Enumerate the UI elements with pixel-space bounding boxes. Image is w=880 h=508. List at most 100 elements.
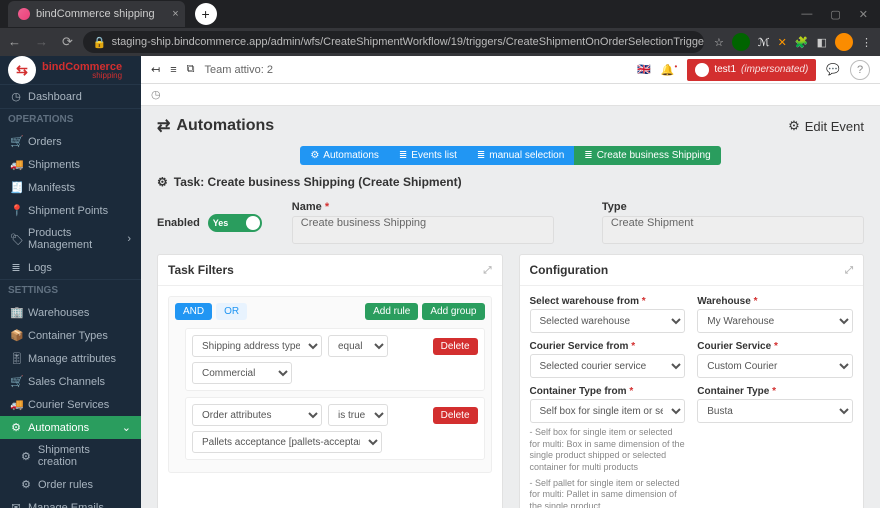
rule-operator-select[interactable]: is true	[328, 404, 388, 426]
courier-from-select[interactable]: Selected courier service	[530, 354, 686, 378]
sidebar-item-manifests[interactable]: 🧾Manifests	[0, 176, 141, 199]
list-icon: ≣	[477, 150, 485, 161]
condition-or-button[interactable]: OR	[216, 303, 247, 320]
rule-operator-select[interactable]: equal	[328, 335, 388, 357]
sidebar-item-products[interactable]: 🏷Products Management›	[0, 222, 141, 256]
extension-icon[interactable]: ✕	[778, 36, 787, 49]
new-tab-button[interactable]: +	[195, 3, 217, 25]
window-controls: — ▢ ✕	[789, 8, 880, 21]
flag-uk-icon[interactable]: 🇬🇧	[637, 63, 651, 76]
gauge-icon: ◷	[10, 90, 22, 103]
star-icon[interactable]: ☆	[714, 36, 724, 49]
maximize-icon[interactable]: ▢	[830, 8, 840, 21]
collapse-sidebar-icon[interactable]: ↤	[151, 63, 160, 76]
building-icon: 🏢	[10, 306, 22, 319]
delete-rule-button[interactable]: Delete	[433, 407, 478, 424]
sidebar-item-automations[interactable]: ⚙Automations⌄	[0, 416, 141, 439]
reload-icon[interactable]: ⟳	[62, 34, 73, 50]
rule-field-select[interactable]: Shipping address type	[192, 335, 322, 357]
close-window-icon[interactable]: ✕	[859, 8, 868, 21]
menu-toggle-icon[interactable]: ≡	[170, 64, 176, 76]
extension-icon[interactable]: ℳ	[758, 36, 770, 49]
container-from-select[interactable]: Self box for single item or selected for…	[530, 399, 686, 423]
name-field[interactable]: Create business Shipping	[292, 216, 554, 244]
menu-icon[interactable]: ⋮	[861, 36, 872, 49]
extensions-icon[interactable]: 🧩	[795, 36, 809, 49]
container-type-label: Container Type *	[697, 386, 853, 397]
sidebar-item-warehouses[interactable]: 🏢Warehouses	[0, 301, 141, 324]
truck-icon: 🚚	[10, 398, 22, 411]
tab-pills: ⚙Automations ≣Events list ≣manual select…	[157, 146, 864, 165]
box-icon: 📦	[10, 329, 22, 342]
sidebar-item-sales-channels[interactable]: 🛒Sales Channels	[0, 370, 141, 393]
edit-event-button[interactable]: ⚙Edit Event	[788, 118, 864, 134]
gears-icon: ⚙	[310, 150, 319, 161]
rule-value-select[interactable]: Pallets acceptance [pallets-acceptance]	[192, 431, 382, 453]
browser-tab[interactable]: bindCommerce shipping ×	[8, 1, 185, 27]
sidebar-item-shipment-points[interactable]: 📍Shipment Points	[0, 199, 141, 222]
container-type-select[interactable]: Busta	[697, 399, 853, 423]
cart-icon: 🛒	[10, 375, 22, 388]
page-title: ⇄Automations	[157, 116, 274, 136]
sidebar-item-manage-attributes[interactable]: 🎚Manage attributes	[0, 347, 141, 370]
gears-icon: ⚙	[788, 118, 800, 134]
bookmark-icon[interactable]: ◧	[817, 36, 827, 49]
user-menu[interactable]: test1 (impersonated)	[687, 59, 816, 81]
copy-icon[interactable]: ⧉	[187, 63, 195, 76]
courier-service-select[interactable]: Custom Courier	[697, 354, 853, 378]
brand-logo-block: ⇆ bindCommerce shipping	[0, 56, 141, 85]
tab-manual-selection[interactable]: ≣manual selection	[467, 146, 574, 165]
profile-avatar[interactable]	[835, 33, 853, 51]
address-bar[interactable]: 🔒 staging-ship.bindcommerce.app/admin/wf…	[83, 31, 704, 53]
container-from-label: Container Type from *	[530, 386, 686, 397]
forward-icon[interactable]: →	[35, 34, 48, 50]
notifications-icon[interactable]: 🔔•	[661, 62, 678, 77]
tab-events-list[interactable]: ≣Events list	[389, 146, 467, 165]
sliders-icon: 🎚	[10, 352, 22, 365]
condition-and-button[interactable]: AND	[175, 303, 212, 320]
sidebar-item-order-rules[interactable]: ⚙Order rules	[0, 473, 141, 496]
list-icon: ≣	[399, 150, 407, 161]
rule-field-select[interactable]: Order attributes	[192, 404, 322, 426]
minimize-icon[interactable]: —	[801, 8, 812, 21]
warehouse-select[interactable]: My Warehouse	[697, 309, 853, 333]
enabled-toggle[interactable]: Yes	[208, 214, 262, 232]
avatar-icon	[695, 63, 709, 77]
back-icon[interactable]: ←	[8, 34, 21, 50]
sidebar-item-orders[interactable]: 🛒Orders	[0, 130, 141, 153]
sidebar-item-manage-emails[interactable]: ✉Manage Emails	[0, 496, 141, 508]
tab-automations[interactable]: ⚙Automations	[300, 146, 389, 165]
warehouse-from-label: Select warehouse from *	[530, 296, 686, 307]
delete-rule-button[interactable]: Delete	[433, 338, 478, 355]
app-sidebar: ⇆ bindCommerce shipping ◷Dashboard OPERA…	[0, 56, 141, 508]
breadcrumb-bar: ◷	[141, 84, 880, 106]
sidebar-item-container-types[interactable]: 📦Container Types	[0, 324, 141, 347]
envelope-icon: ✉	[10, 501, 22, 508]
browser-tab-strip: bindCommerce shipping × + — ▢ ✕	[0, 0, 880, 28]
tab-create-business-shipping[interactable]: ≣Create business Shipping	[574, 146, 720, 165]
sidebar-item-dashboard[interactable]: ◷Dashboard	[0, 85, 141, 108]
add-rule-button[interactable]: Add rule	[365, 303, 418, 320]
help-icon[interactable]: ?	[850, 60, 870, 80]
sidebar-item-logs[interactable]: ≣Logs	[0, 256, 141, 279]
warehouse-from-select[interactable]: Selected warehouse	[530, 309, 686, 333]
chat-icon[interactable]: 💬	[826, 63, 840, 76]
gear-icon: ⚙	[20, 450, 32, 463]
team-label: Team attivo: 2	[205, 64, 273, 76]
sidebar-item-shipments-creation[interactable]: ⚙Shipments creation	[0, 439, 141, 473]
list-icon: ≣	[10, 261, 22, 274]
expand-icon[interactable]: ⤢	[484, 265, 492, 276]
gear-icon: ⚙	[157, 175, 168, 189]
expand-icon[interactable]: ⤢	[845, 265, 853, 276]
add-group-button[interactable]: Add group	[422, 303, 484, 320]
gear-icon: ⚙	[20, 478, 32, 491]
gauge-icon[interactable]: ◷	[151, 88, 161, 101]
sidebar-item-courier-services[interactable]: 🚚Courier Services	[0, 393, 141, 416]
lock-icon: 🔒	[93, 36, 107, 49]
truck-icon: 🚚	[10, 158, 22, 171]
close-icon[interactable]: ×	[172, 8, 178, 20]
sidebar-item-shipments[interactable]: 🚚Shipments	[0, 153, 141, 176]
rule-value-select[interactable]: Commercial	[192, 362, 292, 384]
extension-icon[interactable]	[732, 33, 750, 51]
share-icon: ⇄	[157, 116, 170, 136]
